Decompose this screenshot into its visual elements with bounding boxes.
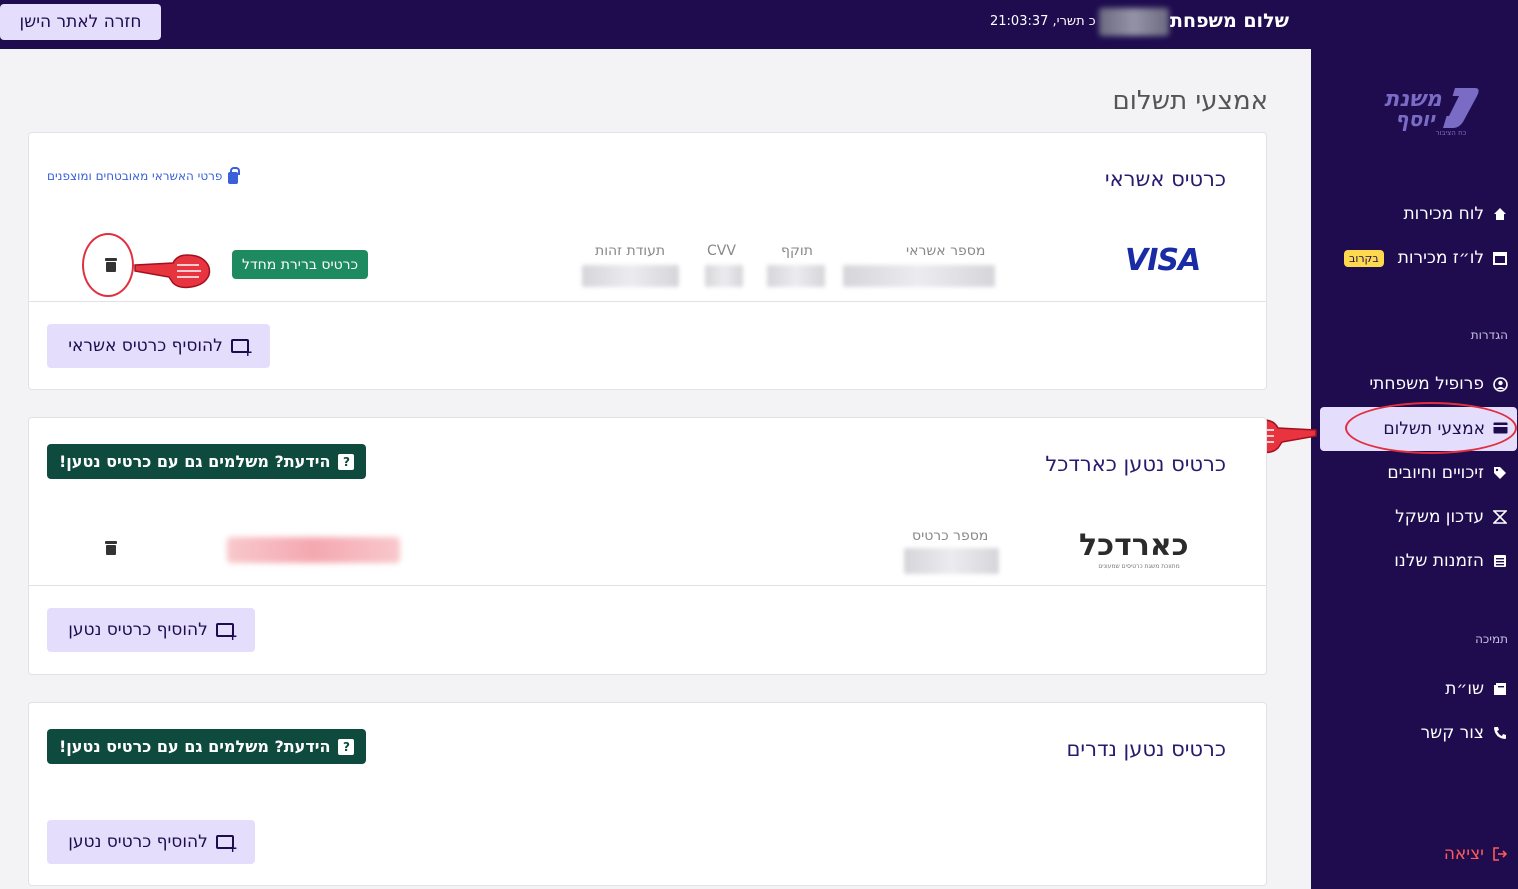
question-icon: ? bbox=[338, 738, 355, 755]
svg-text:יוסף: יוסף bbox=[1395, 107, 1436, 131]
phone-icon bbox=[1492, 725, 1508, 741]
secure-note: פרטי האשראי מאובטחים ומוצפנים bbox=[47, 167, 241, 184]
id-number-label: תעודת זהות bbox=[595, 243, 666, 259]
nedarim-title: כרטיס נטען נדרים bbox=[1066, 737, 1227, 761]
did-you-know-text: הידעת? משלמים גם עם כרטיס נטען! bbox=[59, 737, 331, 756]
nav-our-orders-label: הזמנות שלנו bbox=[1394, 551, 1484, 571]
user-circle-icon bbox=[1492, 376, 1508, 392]
default-card-badge: כרטיס ברירת מחדל bbox=[232, 250, 368, 279]
calendar-icon bbox=[1492, 250, 1508, 266]
datetime: 21:03:37 ,כ תשרי bbox=[990, 14, 1096, 29]
add-credit-card-button[interactable]: להוסיף כרטיס אשראי bbox=[47, 324, 270, 368]
sidebar: משנת יוסף כח הציבור לוח מכירות לו״ז מכיר… bbox=[1311, 0, 1518, 889]
delete-cardcal-icon[interactable] bbox=[105, 541, 117, 555]
svg-text:כח הציבור: כח הציבור bbox=[1436, 129, 1467, 137]
add-nedarim-button[interactable]: להוסיף כרטיס נטען bbox=[47, 820, 255, 864]
card-number-value-redacted bbox=[843, 265, 995, 287]
list-icon bbox=[1492, 553, 1508, 569]
lock-icon bbox=[228, 167, 241, 184]
add-cardcal-button[interactable]: להוסיף כרטיס נטען bbox=[47, 608, 255, 652]
card-number-label: מספר אשראי bbox=[906, 243, 986, 259]
nav-weight-update[interactable]: עדכון משקל bbox=[1395, 500, 1508, 534]
nav-sales-board[interactable]: לוח מכירות bbox=[1403, 197, 1508, 231]
nav-logout[interactable]: יציאה bbox=[1444, 837, 1508, 871]
cardcal-title: כרטיס נטען כארדכל bbox=[1045, 452, 1226, 476]
add-card-icon bbox=[215, 623, 238, 643]
nav-contact[interactable]: צור קשר bbox=[1421, 716, 1508, 750]
cardcal-logo: כארדכל bbox=[1079, 528, 1189, 563]
cardcal-number-value-redacted bbox=[904, 548, 999, 574]
add-credit-card-label: להוסיף כרטיס אשראי bbox=[68, 336, 223, 356]
nedarim-section: כרטיס נטען נדרים ? הידעת? משלמים גם עם כ… bbox=[28, 702, 1267, 886]
nav-faq[interactable]: שו״ת bbox=[1445, 672, 1508, 706]
cvv-label: CVV bbox=[707, 243, 736, 259]
id-number-value-redacted bbox=[582, 265, 679, 287]
annotation-circle bbox=[82, 233, 134, 297]
secure-note-text: פרטי האשראי מאובטחים ומוצפנים bbox=[47, 169, 223, 183]
nav-sales-schedule-label: לו״ז מכירות bbox=[1397, 248, 1484, 268]
nav-family-profile[interactable]: פרופיל משפחתי bbox=[1369, 367, 1508, 401]
nav-family-profile-label: פרופיל משפחתי bbox=[1369, 374, 1484, 394]
nav-sales-board-label: לוח מכירות bbox=[1403, 204, 1484, 224]
visa-logo: VISA bbox=[1125, 243, 1201, 278]
settings-section-title: הגדרות bbox=[1470, 328, 1508, 342]
tag-icon bbox=[1492, 465, 1508, 481]
family-name-redacted bbox=[1099, 8, 1169, 36]
nav-weight-update-label: עדכון משקל bbox=[1395, 507, 1484, 527]
page-title: אמצעי תשלום bbox=[1112, 86, 1268, 116]
cvv-value-redacted bbox=[705, 265, 743, 287]
divider bbox=[29, 301, 1266, 302]
logo[interactable]: משנת יוסף כח הציבור bbox=[1363, 82, 1481, 138]
cardcal-status-redacted bbox=[227, 537, 400, 563]
annotation-circle bbox=[1345, 402, 1517, 454]
coming-soon-badge: בקרוב bbox=[1343, 249, 1384, 267]
question-icon: ? bbox=[338, 453, 355, 470]
credit-card-title: כרטיס אשראי bbox=[1104, 167, 1226, 191]
support-section-title: תמיכה bbox=[1475, 632, 1508, 646]
cardcal-logo-subtitle: מתווכת משגת כרטיסים שמעונים bbox=[1098, 563, 1180, 570]
nav-credits-debits[interactable]: זיכויים וחיובים bbox=[1387, 456, 1508, 490]
cardcal-section: כרטיס נטען כארדכל ? הידעת? משלמים גם עם … bbox=[28, 417, 1267, 675]
greeting: שלום משפחת bbox=[1170, 10, 1289, 32]
did-you-know-banner: ? הידעת? משלמים גם עם כרטיס נטען! bbox=[47, 729, 367, 764]
nav-our-orders[interactable]: הזמנות שלנו bbox=[1394, 544, 1508, 578]
nav-contact-label: צור קשר bbox=[1420, 723, 1484, 743]
expiry-label: תוקף bbox=[781, 243, 813, 259]
scale-icon bbox=[1492, 509, 1508, 525]
nav-credits-debits-label: זיכויים וחיובים bbox=[1387, 463, 1484, 483]
add-card-icon bbox=[215, 835, 238, 855]
nav-sales-schedule[interactable]: לו״ז מכירות בקרוב bbox=[1343, 241, 1508, 275]
cardcal-number-label: מספר כרטיס bbox=[912, 528, 989, 544]
add-card-icon bbox=[230, 339, 253, 359]
expiry-value-redacted bbox=[767, 265, 825, 287]
did-you-know-text: הידעת? משלמים גם עם כרטיס נטען! bbox=[59, 452, 331, 471]
credit-card-section: כרטיס אשראי פרטי האשראי מאובטחים ומוצפני… bbox=[28, 132, 1267, 390]
top-bar: חזרה לאתר הישן 21:03:37 ,כ תשרי שלום משפ… bbox=[0, 0, 1311, 49]
add-cardcal-label: להוסיף כרטיס נטען bbox=[68, 620, 208, 640]
nav-logout-label: יציאה bbox=[1443, 844, 1484, 864]
divider bbox=[29, 585, 1266, 586]
back-to-old-site-button[interactable]: חזרה לאתר הישן bbox=[0, 4, 161, 40]
home-icon bbox=[1492, 206, 1508, 222]
did-you-know-banner: ? הידעת? משלמים גם עם כרטיס נטען! bbox=[47, 444, 367, 479]
book-icon bbox=[1492, 681, 1508, 697]
add-nedarim-label: להוסיף כרטיס נטען bbox=[68, 832, 208, 852]
nav-faq-label: שו״ת bbox=[1445, 679, 1484, 699]
logout-icon bbox=[1492, 846, 1508, 862]
pointing-hand-icon bbox=[133, 249, 215, 295]
